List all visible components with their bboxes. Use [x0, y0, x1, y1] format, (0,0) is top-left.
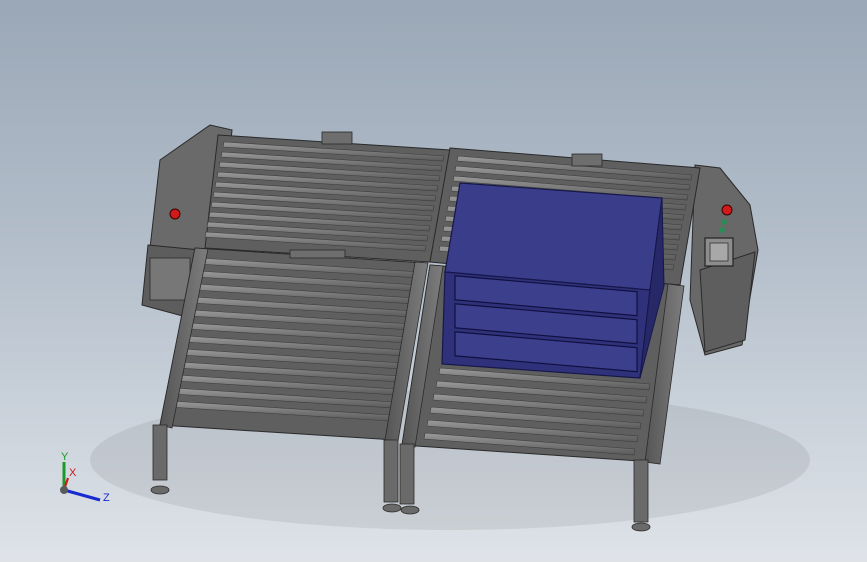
- right-stop-button-icon[interactable]: [721, 204, 733, 216]
- green-indicator-icon: [721, 219, 727, 225]
- axis-x-label: X: [69, 467, 77, 479]
- axis-triad-icon: Y X Z: [60, 451, 110, 504]
- storage-box-icon[interactable]: [441, 182, 665, 379]
- 3d-graphics-viewport[interactable]: Y X Z: [0, 0, 867, 562]
- green-indicator-icon-2: [719, 227, 725, 233]
- left-stop-button-icon[interactable]: [169, 208, 181, 220]
- lower-left-roller-section: [159, 247, 429, 442]
- axis-y-label: Y: [61, 451, 69, 463]
- right-cabinet: [689, 164, 759, 356]
- upper-left-roller-section: [204, 131, 451, 263]
- axis-z-label: Z: [103, 492, 110, 504]
- conveyor-model[interactable]: [0, 0, 867, 562]
